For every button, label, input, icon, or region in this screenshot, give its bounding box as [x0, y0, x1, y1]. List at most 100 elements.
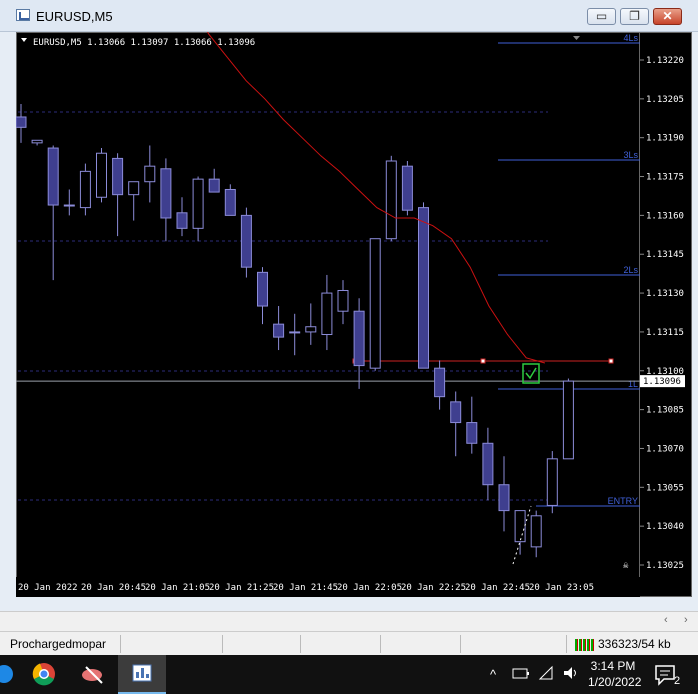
time-tick-label: 20 Jan 22:25	[401, 583, 466, 593]
price-tick-label: 1.13220	[646, 56, 684, 66]
candle	[337, 280, 349, 325]
candle-body	[208, 178, 220, 193]
horizontal-scrollbar[interactable]: ‹ ›	[0, 611, 698, 631]
price-tick-label: 1.13160	[646, 211, 684, 221]
taskbar-clock[interactable]: 3:14 PM 1/20/2022	[588, 658, 642, 690]
chrome-icon[interactable]	[20, 655, 68, 694]
candle	[128, 181, 140, 221]
candle-body	[144, 165, 156, 183]
candle-body	[546, 458, 558, 506]
candle-body	[401, 165, 413, 211]
level-label-l3: 3Ls	[623, 150, 638, 160]
candle	[208, 168, 220, 193]
checkmark-icon	[525, 367, 537, 380]
candle	[31, 139, 43, 146]
candle	[273, 306, 285, 351]
candle	[240, 207, 252, 278]
candle	[63, 189, 75, 216]
candle	[96, 148, 107, 203]
time-tick-label: 20 Jan 20:45	[81, 583, 146, 593]
candle-body	[16, 116, 27, 128]
snipping-tool-icon[interactable]	[70, 655, 118, 694]
candle	[305, 303, 317, 345]
candle	[144, 145, 156, 203]
candlestick-chart[interactable]: 4Ls 3Ls 2Ls 1L ENTRY 1.13096 1.13220 1.13205 1.…	[16, 32, 693, 597]
header-dropdown-icon[interactable]	[21, 38, 27, 42]
candle-body	[79, 170, 91, 209]
battery-icon[interactable]	[512, 667, 530, 681]
price-tick-label: 1.13205	[646, 95, 684, 105]
price-tick-label: 1.13175	[646, 173, 684, 183]
candle	[466, 396, 478, 454]
candle-body	[31, 139, 43, 144]
price-tick-label: 1.13100	[646, 367, 684, 377]
candle	[353, 298, 365, 389]
candle-body	[192, 178, 204, 229]
candle	[546, 451, 558, 514]
time-tick-label: 20 Jan 22:05	[337, 583, 402, 593]
metatrader-taskbar-icon[interactable]	[118, 655, 166, 694]
candle-body	[224, 188, 236, 216]
minimize-button[interactable]: ▭	[587, 8, 616, 25]
wifi-icon[interactable]	[538, 665, 556, 681]
candle-body	[289, 331, 301, 334]
scroll-left-icon[interactable]: ‹	[664, 614, 668, 626]
price-tick-label: 1.13055	[646, 483, 684, 493]
time-axis-labels: 20 Jan 2022 20 Jan 20:4520 Jan 21:0520 Ja…	[18, 583, 594, 593]
trade-check-icon	[522, 363, 540, 384]
chart-window-icon	[16, 9, 30, 21]
candle-body	[128, 181, 140, 196]
candle-body	[47, 147, 59, 206]
chart-header: EURUSD,M5 1.13066 1.13097 1.13066 1.1309…	[33, 38, 255, 48]
time-tick-label: 20 Jan 21:25	[209, 583, 274, 593]
title-bar: EURUSD,M5 ▭ ❐ ✕	[0, 0, 698, 32]
mt-window: EURUSD,M5 ▭ ❐ ✕ 4Ls 3Ls 2Ls 1L ENTRY 1.13096 …	[0, 0, 698, 694]
candle	[289, 313, 301, 356]
price-tick-label: 1.13190	[646, 134, 684, 144]
candle	[192, 176, 204, 242]
candle-body	[514, 510, 526, 543]
candle	[321, 274, 333, 351]
time-tick-label: 20 Jan 21:05	[145, 583, 210, 593]
candle-body	[63, 204, 75, 207]
candle	[434, 360, 446, 410]
candle	[47, 145, 59, 281]
current-price-label: 1.13096	[643, 377, 681, 387]
red-line-handle	[608, 358, 614, 364]
candle-body	[273, 323, 285, 338]
candle-body	[257, 271, 268, 307]
skull-icon: ☠	[623, 561, 629, 571]
time-tick-label: 20 Jan 21:45	[273, 583, 338, 593]
tray-chevron-icon[interactable]: ^	[490, 667, 496, 682]
candle-body	[418, 207, 429, 369]
candle	[562, 378, 574, 460]
maximize-button[interactable]: ❐	[620, 8, 649, 25]
scroll-right-icon[interactable]: ›	[684, 614, 688, 626]
volume-icon[interactable]	[562, 665, 580, 681]
moving-average-line	[206, 32, 546, 364]
connection-icon	[575, 639, 595, 651]
candle-body	[369, 238, 381, 369]
candle-body	[176, 212, 188, 229]
candle-body	[498, 484, 510, 512]
price-tick-label: 1.13130	[646, 289, 684, 299]
candle	[112, 153, 124, 237]
price-tick-label: 1.13085	[646, 406, 684, 416]
clock-time: 3:14 PM	[590, 659, 636, 673]
candle-body	[240, 214, 252, 268]
candle	[369, 238, 381, 371]
level-label-entry: ENTRY	[608, 496, 638, 506]
candle	[385, 155, 397, 242]
candle-body	[160, 168, 172, 219]
candle-body	[450, 401, 462, 424]
level-label-l2: 2Ls	[623, 265, 638, 275]
close-button[interactable]: ✕	[653, 8, 682, 25]
price-tick-label: 1.13025	[646, 561, 684, 571]
clock-date: 1/20/2022	[588, 675, 642, 689]
candle-body	[353, 310, 365, 367]
level-label-l4: 4Ls	[623, 33, 638, 43]
candle-body	[337, 289, 349, 312]
status-bar: Prochargedmopar 336323/54 kb	[0, 631, 698, 655]
candle	[401, 161, 413, 216]
time-tick-label: 20 Jan 2022	[18, 583, 78, 593]
